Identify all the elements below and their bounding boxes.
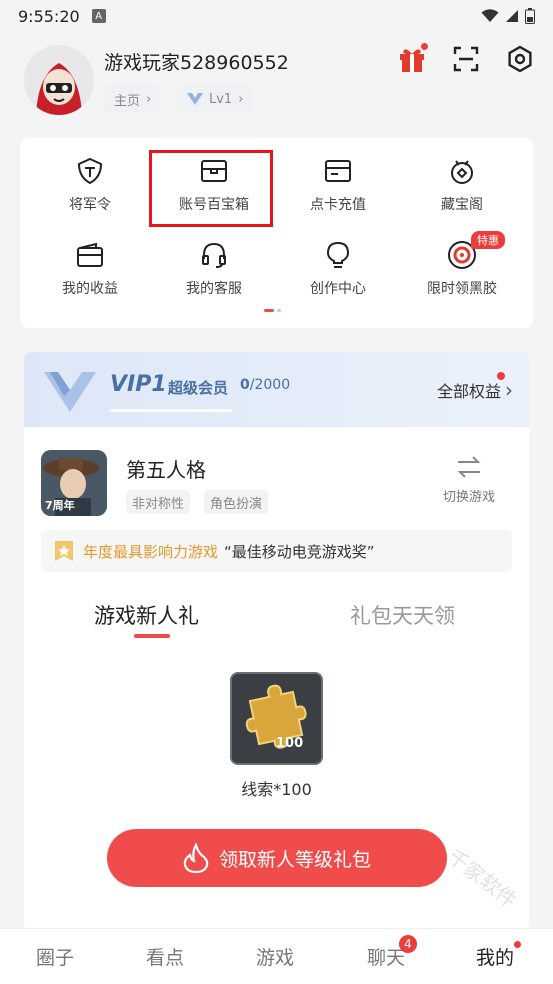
grid-item-label: 我的收益: [62, 281, 118, 297]
award-banner: 年度最具影响力游戏 “最佳移动电竞游戏奖”: [41, 530, 512, 572]
level-chip-label: Lv1: [209, 91, 233, 107]
swap-icon: [457, 456, 481, 478]
grid-item-vinyl[interactable]: 限时领黑胶: [398, 222, 526, 302]
tab-daily-gift[interactable]: 礼包天天领: [350, 600, 455, 630]
flame-icon: [183, 843, 209, 873]
chevron-right-icon: ›: [238, 91, 244, 107]
function-grid: 将军令 账号百宝箱 点卡充值 藏宝阁 我的收益 我的客服 创作中心 限时领黑胶: [20, 138, 533, 328]
nav-me[interactable]: 我的: [476, 943, 514, 970]
status-right: [481, 8, 535, 24]
grid-item-my-service[interactable]: 我的客服: [150, 222, 278, 302]
nav-circle[interactable]: 圈子: [36, 943, 74, 970]
grid-item-label: 将军令: [69, 197, 111, 213]
chat-badge: 4: [399, 935, 417, 953]
card-icon: [323, 156, 353, 186]
avatar-image: [24, 45, 94, 115]
treasure-icon: [447, 156, 477, 186]
grid-item-label: 创作中心: [310, 281, 366, 297]
reward-quantity: 100: [276, 736, 304, 751]
shield-t-icon: [75, 156, 105, 186]
grid-pager: [264, 309, 284, 312]
vip-rights-label: 全部权益: [436, 382, 501, 401]
grid-item-creation-center[interactable]: 创作中心: [274, 222, 402, 302]
wallet-icon: [75, 240, 105, 270]
nav-highlights[interactable]: 看点: [146, 943, 184, 970]
game-icon[interactable]: 7周年: [41, 450, 107, 516]
grid-item-label: 藏宝阁: [441, 197, 483, 213]
settings-icon[interactable]: [505, 44, 535, 74]
battery-icon: [525, 8, 535, 24]
signal-icon: [506, 10, 518, 22]
main-card: VIP1 超级会员 0/2000 全部权益 › 7周年 第五人格 非对称性 角色…: [24, 352, 529, 932]
scan-icon[interactable]: [451, 44, 481, 74]
switch-game-label: 切换游戏: [442, 490, 495, 505]
vip-progress-bar: [110, 409, 232, 412]
gift-icon[interactable]: [397, 43, 428, 74]
chevron-right-icon: ›: [505, 378, 513, 402]
nav-games[interactable]: 游戏: [256, 943, 294, 970]
vip-subtitle: 超级会员: [168, 379, 229, 397]
status-time: 9:55:20: [18, 6, 80, 26]
claim-gift-button[interactable]: 领取新人等级礼包: [107, 829, 447, 887]
anniversary-label: 7周年: [45, 499, 75, 512]
switch-game-button[interactable]: 切换游戏: [439, 456, 499, 505]
gift-tabs: 游戏新人礼 礼包天天领: [24, 592, 529, 642]
avatar[interactable]: [24, 45, 94, 115]
game-row: 7周年 第五人格 非对称性 角色扮演 切换游戏: [24, 448, 529, 520]
award-text: “最佳移动电竞游戏奖”: [224, 542, 375, 561]
tab-underline: [134, 634, 170, 638]
home-chip[interactable]: 主页 ›: [104, 86, 162, 112]
username: 游戏玩家528960552: [104, 52, 289, 74]
reward-label: 线索*100: [241, 780, 312, 799]
wifi-icon: [481, 9, 499, 22]
highlight-box: [149, 150, 273, 227]
game-tag: 角色扮演: [204, 490, 269, 514]
vip-progress-total: /2000: [249, 377, 291, 393]
nav-me-dot: [514, 941, 521, 948]
vip-banner[interactable]: VIP1 超级会员 0/2000 全部权益 ›: [24, 352, 529, 427]
gift-dot: [421, 43, 428, 50]
game-name: 第五人格: [126, 458, 206, 482]
notification-a-icon: A: [91, 9, 106, 23]
tab-newcomer-gift[interactable]: 游戏新人礼: [94, 600, 199, 630]
vip-notification-dot: [497, 372, 505, 380]
grid-item-general-token[interactable]: 将军令: [26, 138, 154, 218]
bulb-icon: [323, 240, 353, 270]
vip-rights-link[interactable]: 全部权益 ›: [437, 378, 513, 402]
special-offer-badge: 特惠: [471, 231, 505, 249]
game-tag: 非对称性: [126, 490, 191, 514]
header-icons: [397, 43, 535, 74]
profile-header: 游戏玩家528960552 主页 › Lv1 ›: [0, 40, 553, 130]
vip-logo-icon: [44, 372, 96, 412]
status-bar: 9:55:20 A: [0, 0, 553, 32]
chevron-right-icon: ›: [146, 91, 152, 107]
award-highlight: 年度最具影响力游戏: [83, 542, 219, 561]
vip-progress-current: 0: [240, 377, 250, 393]
bottom-nav: 圈子 看点 游戏 聊天 4 我的: [0, 928, 553, 984]
headset-icon: [199, 240, 229, 270]
vip-progress: 0/2000: [240, 377, 290, 393]
grid-item-label: 限时领黑胶: [427, 281, 497, 297]
grid-item-label: 点卡充值: [310, 197, 366, 213]
grid-item-my-earnings[interactable]: 我的收益: [26, 222, 154, 302]
award-star-icon: [55, 541, 73, 561]
vip-title: VIP1: [110, 372, 167, 397]
grid-item-label: 我的客服: [186, 281, 242, 297]
grid-item-treasure-pavilion[interactable]: 藏宝阁: [398, 138, 526, 218]
reward-item[interactable]: 100: [230, 672, 323, 765]
claim-gift-label: 领取新人等级礼包: [218, 848, 371, 871]
level-chip[interactable]: Lv1 ›: [177, 86, 254, 112]
grid-item-card-recharge[interactable]: 点卡充值: [274, 138, 402, 218]
vip-v-icon: [187, 93, 203, 105]
home-chip-label: 主页: [114, 93, 141, 109]
